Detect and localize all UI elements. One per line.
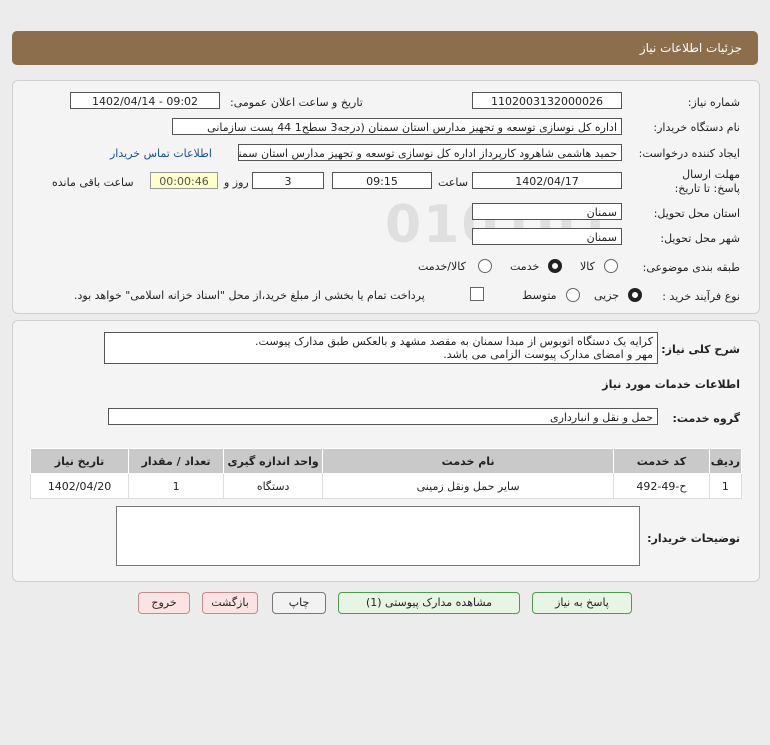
process-option-minor-label: جزیی: [594, 289, 620, 302]
service-group-label: گروه خدمت:: [672, 412, 740, 425]
col-service-name: نام خدمت: [322, 448, 615, 474]
creator-label: ایجاد کننده درخواست:: [638, 147, 740, 160]
treasury-payment-note: پرداخت تمام یا بخشی از مبلغ خرید،از محل …: [74, 289, 425, 302]
remaining-time-label: ساعت باقی مانده: [52, 176, 134, 189]
col-service-code: کد خدمت: [613, 448, 710, 474]
deadline-date-field: 1402/04/17: [472, 172, 622, 189]
need-number-label: شماره نیاز:: [687, 96, 740, 109]
process-option-medium-label: متوسط: [522, 289, 557, 302]
page-title: جزئیات اطلاعات نیاز: [639, 41, 742, 55]
city-label: شهر محل تحویل:: [660, 232, 740, 245]
deadline-time-label: ساعت: [438, 176, 468, 189]
category-option-both-radio[interactable]: [478, 259, 492, 273]
process-option-minor-radio[interactable]: [628, 288, 642, 302]
need-details-panel: [12, 80, 760, 314]
category-option-goods-label: کالا: [580, 260, 595, 273]
services-table-header: ردیف کد خدمت نام خدمت واحد اندازه گیری ت…: [29, 448, 743, 474]
days-label: روز و: [224, 176, 249, 189]
province-label: استان محل تحویل:: [653, 207, 740, 220]
cell-row-number: 1: [708, 473, 743, 499]
services-table: ردیف کد خدمت نام خدمت واحد اندازه گیری ت…: [29, 448, 743, 499]
city-field: سمنان: [472, 228, 622, 245]
description-line-2: مهر و امضای مدارک پیوست الزامی می باشد.: [443, 348, 653, 361]
buyer-contact-link[interactable]: اطلاعات تماس خریدار: [110, 147, 212, 160]
province-field: سمنان: [472, 203, 622, 220]
view-attachments-button[interactable]: مشاهده مدارک پیوستی (1): [338, 592, 520, 614]
cell-quantity: 1: [128, 473, 225, 499]
print-button[interactable]: چاپ: [272, 592, 326, 614]
category-option-service-label: خدمت: [510, 260, 540, 273]
category-option-both-label: کالا/خدمت: [418, 260, 466, 273]
buyer-notes-box: [116, 506, 640, 566]
col-need-date: تاریخ نیاز: [29, 448, 130, 474]
exit-button[interactable]: خروج: [138, 592, 190, 614]
table-row: 1 ح-49-492 سایر حمل ونقل زمینی دستگاه 1 …: [29, 473, 743, 499]
cell-service-code: ح-49-492: [613, 473, 710, 499]
deadline-label: مهلت ارسال پاسخ: تا تاریخ:: [674, 168, 740, 195]
buyer-org-label: نام دستگاه خریدار:: [653, 121, 740, 134]
cell-service-name: سایر حمل ونقل زمینی: [322, 473, 615, 499]
need-number-field: 1102003132000026: [472, 92, 622, 109]
cell-need-date: 1402/04/20: [29, 473, 130, 499]
col-quantity: تعداد / مقدار: [128, 448, 225, 474]
description-box: کرایه یک دستگاه اتوبوس از مبدا سمنان به …: [104, 332, 658, 364]
col-unit: واحد اندازه گیری: [223, 448, 324, 474]
creator-field: حمید هاشمی شاهرود کارپرداز اداره کل نوسا…: [238, 144, 622, 161]
buyer-org-field: اداره کل نوسازی توسعه و تجهیز مدارس استا…: [172, 118, 622, 135]
service-group-field: حمل و نقل و انبارداری: [108, 408, 658, 425]
cell-unit: دستگاه: [223, 473, 324, 499]
deadline-time-field: 09:15: [332, 172, 432, 189]
process-option-medium-radio[interactable]: [566, 288, 580, 302]
treasury-payment-checkbox[interactable]: [470, 287, 484, 301]
reply-button[interactable]: پاسخ به نیاز: [532, 592, 632, 614]
page-header: جزئیات اطلاعات نیاز: [12, 31, 758, 65]
process-label: نوع فرآیند خرید :: [662, 290, 740, 303]
description-line-1: کرایه یک دستگاه اتوبوس از مبدا سمنان به …: [255, 335, 653, 348]
category-option-goods-radio[interactable]: [604, 259, 618, 273]
category-option-service-radio[interactable]: [548, 259, 562, 273]
category-label: طبقه بندی موضوعی:: [642, 261, 740, 274]
description-label: شرح کلی نیاز:: [661, 343, 740, 356]
buyer-notes-label: توضیحات خریدار:: [647, 532, 740, 545]
days-remaining-field: 3: [252, 172, 324, 189]
remaining-time-field: 00:00:46: [150, 172, 218, 189]
services-section-title: اطلاعات خدمات مورد نیاز: [602, 378, 740, 391]
col-row-number: ردیف: [708, 448, 743, 474]
announce-datetime-field: 1402/04/14 - 09:02: [70, 92, 220, 109]
announce-datetime-label: تاریخ و ساعت اعلان عمومی:: [230, 96, 363, 109]
back-button[interactable]: بازگشت: [202, 592, 258, 614]
